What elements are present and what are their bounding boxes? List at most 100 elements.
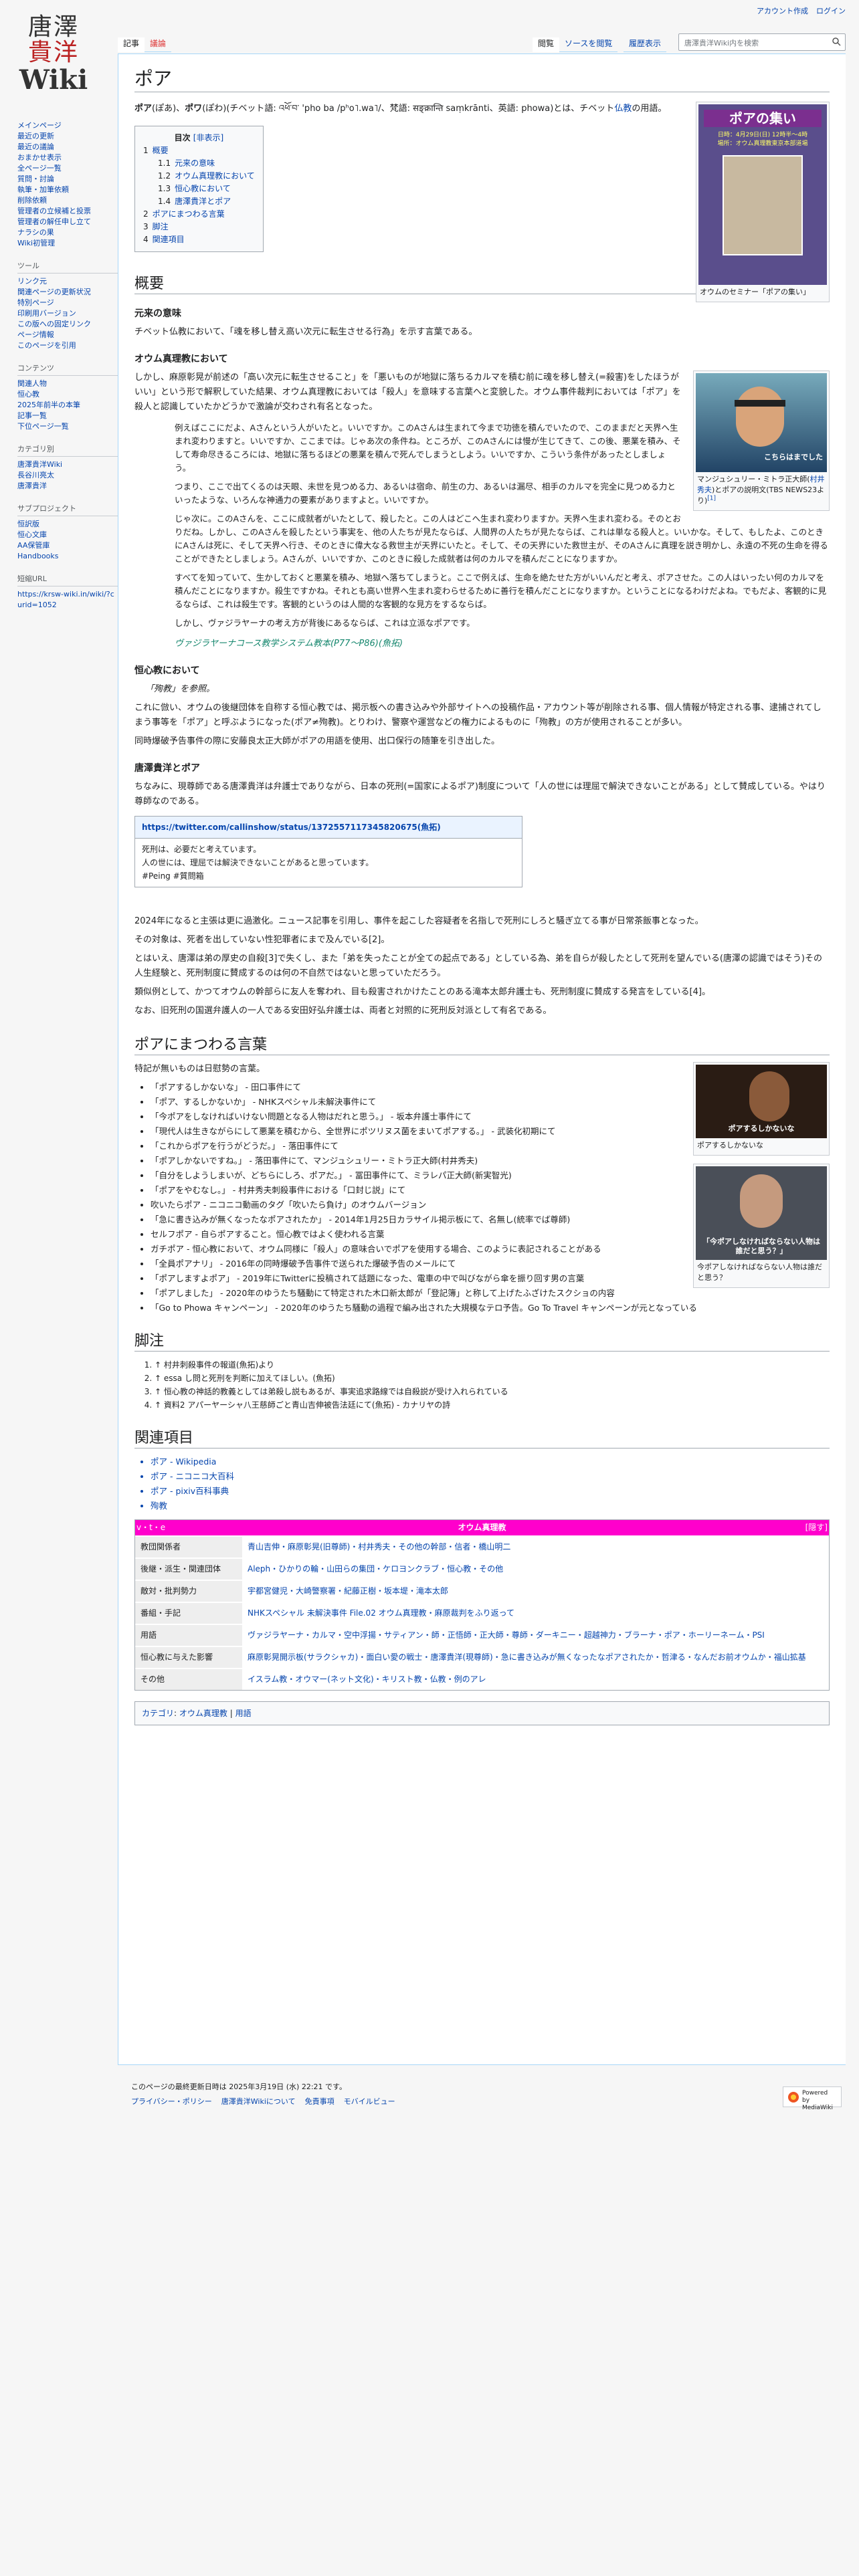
poster-title: ポアの集い — [704, 110, 822, 127]
toc-item[interactable]: 2 ポアにまつわる言葉 — [143, 208, 255, 221]
tab-read[interactable]: 閲覧 — [533, 37, 560, 52]
karasawa-paragraph-6: なお、旧死刑の国選弁護人の一人である安田好弘弁護士は、両者と対照的に死刑反対派と… — [134, 1006, 552, 1016]
category-item[interactable]: オウム真理教 — [179, 1709, 227, 1718]
quote-source[interactable]: ヴァジラヤーナコース教学システム教本(P77〜P86)(魚拓) — [175, 637, 830, 651]
sidebar-content-item[interactable]: 関連人物 — [17, 379, 118, 389]
sidebar-nav-item[interactable]: おまかせ表示 — [17, 152, 118, 163]
search-icon[interactable] — [832, 37, 841, 46]
toc-number: 4 — [143, 235, 149, 244]
navbox-vde[interactable]: v・t・e — [136, 1521, 190, 1534]
site-logo[interactable]: 唐澤 貴洋 Wiki — [13, 15, 94, 95]
navbox-group: 教団関係者 — [135, 1537, 242, 1558]
sidebar-tool-item[interactable]: ページ情報 — [17, 330, 118, 340]
sidebar-nav-item[interactable]: 管理者の解任申し立て — [17, 217, 118, 227]
ref-1[interactable]: [1] — [707, 495, 716, 502]
pore-image[interactable]: ポアするしかないな — [696, 1065, 827, 1138]
navbox-list[interactable]: Aleph・ひかりの輪・山田らの集団・ケロヨンクラブ・恒心教・その他 — [242, 1559, 829, 1580]
tab-view-source[interactable]: ソースを閲覧 — [559, 37, 618, 52]
sidebar-tool-item[interactable]: このページを引用 — [17, 340, 118, 351]
sidebar-tool-item[interactable]: 特別ページ — [17, 298, 118, 308]
sidebar-nav-item[interactable]: 削除依頼 — [17, 195, 118, 206]
navbox-list[interactable]: 青山吉伸・麻原彰晃(旧尊師)・村井秀夫・その他の幹部・信者・橋山明二 — [242, 1537, 829, 1558]
navbox-title[interactable]: オウム真理教 — [190, 1521, 774, 1534]
navbox-group: 後継・派生・関連団体 — [135, 1559, 242, 1580]
category-item[interactable]: 用語 — [235, 1709, 252, 1718]
sidebar-cat-item[interactable]: 長谷川亮太 — [17, 470, 118, 481]
poster-image[interactable]: ポアの集い 日時：4月29日(日) 12時半～4時 場所：オウム真理教東京本部道… — [698, 104, 827, 285]
toc-item[interactable]: 1.2 オウム真理教において — [143, 170, 255, 183]
aum-navbox: v・t・e オウム真理教 [隠す] 教団関係者 青山吉伸・麻原彰晃(旧尊師)・村井… — [134, 1519, 830, 1691]
toc-text: 脚注 — [152, 222, 169, 231]
sidebar-nav-item[interactable]: 執筆・加筆依頼 — [17, 185, 118, 195]
sidebar-nav-item[interactable]: メインページ — [17, 120, 118, 131]
tab-history[interactable]: 履歴表示 — [624, 37, 667, 52]
tab-talk[interactable]: 議論 — [145, 37, 172, 52]
footer-link[interactable]: 唐澤貴洋Wikiについて — [221, 2095, 296, 2109]
logo-line2: 貴洋 — [27, 39, 79, 66]
toc-text: オウム真理教において — [175, 171, 255, 181]
sidebar-tool-item[interactable]: 関連ページの更新状況 — [17, 287, 118, 298]
sidebar-project-item[interactable]: AA保管庫 — [17, 540, 118, 551]
footer-link[interactable]: プライバシー・ポリシー — [131, 2095, 212, 2109]
login-link[interactable]: ログイン — [816, 5, 846, 16]
sidebar-project-item[interactable]: 恒心文庫 — [17, 530, 118, 540]
sidebar-nav-item[interactable]: ナラシの果 — [17, 227, 118, 238]
powered-by-mediawiki[interactable]: Powered by MediaWiki — [783, 2086, 842, 2111]
sidebar-content-item[interactable]: 下位ページ一覧 — [17, 421, 118, 432]
karasawa-paragraph-4: とはいえ、唐澤は弟の厚史の自殺[3]で失くし、また「弟を失ったことが全ての起点で… — [134, 954, 822, 978]
who-image[interactable]: 「今ポアしなければならない人物は誰だと思う？」 — [696, 1166, 827, 1260]
navbox-list[interactable]: 麻原彰晃開示板(サラクシャカ)・面白い愛の戦士・唐澤貴洋(現尊師)・急に書き込み… — [242, 1647, 829, 1668]
short-url-link[interactable]: https://krsw-wiki.in/wiki/?curid=1052 — [17, 589, 118, 611]
footer-link[interactable]: 免責事項 — [305, 2095, 335, 2109]
murai-image[interactable]: こちらはまでした — [696, 373, 827, 472]
sidebar-content-item[interactable]: 2025年前半の本筆 — [17, 400, 118, 411]
toc-item[interactable]: 4 関連項目 — [143, 233, 255, 246]
toc-text: 唐澤貴洋とポア — [175, 197, 231, 206]
navbox-list[interactable]: NHKスペシャル 未解決事件 File.02 オウム真理教・麻原裁判をふり返って — [242, 1603, 829, 1624]
navbox-list[interactable]: ヴァジラヤーナ・カルマ・空中浮揚・サティアン・師・正悟師・正大師・尊師・ダーキニ… — [242, 1625, 829, 1646]
toc-item[interactable]: 1.3 恒心教において — [143, 183, 255, 195]
sidebar-project-item[interactable]: 恒訳版 — [17, 519, 118, 530]
karasawa-paragraph: ちなみに、現尊師である唐澤貴洋は弁護士でありながら、日本の死刑(=国家によるポア… — [134, 782, 826, 807]
create-account-link[interactable]: アカウント作成 — [757, 5, 808, 16]
related-item[interactable]: ポア - pixiv百科事典 — [151, 1485, 830, 1498]
sidebar-nav-item[interactable]: 全ページ一覧 — [17, 163, 118, 174]
sidebar-tool-item[interactable]: リンク元 — [17, 276, 118, 287]
navbox-list[interactable]: 宇都宮健児・大崎警察署・紀藤正樹・坂本堤・滝本太郎 — [242, 1581, 829, 1602]
sidebar-nav-item[interactable]: 管理者の立候補と投票 — [17, 206, 118, 217]
related-item[interactable]: ポア - ニコニコ大百科 — [151, 1470, 830, 1483]
note-item: ↑ 村井刺殺事件の報道(魚拓)より — [155, 1358, 830, 1372]
navbox-list[interactable]: イスラム教・オウマー(ネット文化)・キリスト教・仏教・例のアレ — [242, 1669, 829, 1690]
toc-item[interactable]: 3 脚注 — [143, 221, 255, 233]
search-input[interactable]: 唐澤貴洋Wiki内を検索 — [678, 33, 846, 51]
sidebar-content-item[interactable]: 記事一覧 — [17, 411, 118, 421]
toc-item[interactable]: 1 概要 — [143, 144, 255, 157]
tab-article[interactable]: 記事 — [118, 37, 145, 52]
toc-toggle[interactable]: [非表示] — [193, 133, 223, 142]
sidebar-nav-item[interactable]: 質問・討論 — [17, 174, 118, 185]
toc-item[interactable]: 1.4 唐澤貴洋とポア — [143, 195, 255, 208]
sidebar-nav-item[interactable]: Wiki初管理 — [17, 238, 118, 249]
navbox-hide[interactable]: [隠す] — [774, 1521, 828, 1534]
categories-label[interactable]: カテゴリ — [142, 1709, 174, 1718]
sidebar: メインページ 最近の更新 最近の議論 おまかせ表示 全ページ一覧 質問・討論 執筆・加筆依頼… — [17, 120, 118, 620]
footer-link[interactable]: モバイルビュー — [344, 2095, 395, 2109]
buddhism-link[interactable]: 仏教 — [614, 104, 632, 114]
sidebar-tool-item[interactable]: この版への固定リンク — [17, 319, 118, 330]
pore-overlay: ポアするしかないな — [728, 1124, 795, 1133]
toc-number: 1.1 — [158, 158, 171, 168]
sidebar-cat-item[interactable]: 唐澤貴洋Wiki — [17, 459, 118, 470]
sidebar-tool-item[interactable]: 印刷用バージョン — [17, 308, 118, 319]
sidebar-content-item[interactable]: 恒心教 — [17, 389, 118, 400]
tweet-url[interactable]: https://twitter.com/callinshow/status/13… — [135, 817, 522, 839]
related-item[interactable]: ポア - Wikipedia — [151, 1455, 830, 1469]
sidebar-project-item[interactable]: Handbooks — [17, 551, 118, 562]
sidebar-contents: コンテンツ 関連人物 恒心教 2025年前半の本筆 記事一覧 下位ページ一覧 — [17, 363, 118, 432]
sidebar-nav-item[interactable]: 最近の議論 — [17, 142, 118, 152]
navbox-row: 恒心教に与えた影響 麻原彰晃開示板(サラクシャカ)・面白い愛の戦士・唐澤貴洋(現尊… — [135, 1646, 829, 1668]
sidebar-cat-item[interactable]: 唐澤貴洋 — [17, 481, 118, 492]
related-item[interactable]: 殉教 — [151, 1499, 830, 1513]
sidebar-nav-item[interactable]: 最近の更新 — [17, 131, 118, 142]
section-karasawa: 唐澤貴洋とポア — [134, 763, 200, 774]
toc-item[interactable]: 1.1 元来の意味 — [143, 157, 255, 170]
